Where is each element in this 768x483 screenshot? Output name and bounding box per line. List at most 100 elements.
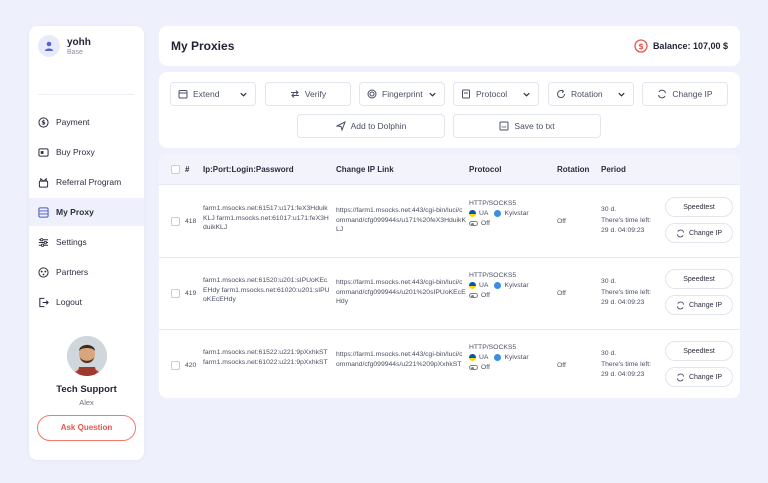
row-rotation: Off — [557, 362, 566, 369]
row-change-ip-link[interactable]: https://farm1.msocks.net:443/cgi-bin/luc… — [336, 350, 466, 369]
speedtest-button[interactable]: Speedtest — [665, 197, 733, 217]
toggle-icon[interactable] — [469, 365, 478, 370]
row-id: 420 — [185, 362, 197, 369]
row-change-ip-link[interactable]: https://farm1.msocks.net:443/cgi-bin/luc… — [336, 278, 466, 307]
row-protocol: HTTP/SOCKS5 UA Kyivstar Off — [469, 200, 529, 227]
speedtest-button[interactable]: Speedtest — [665, 269, 733, 289]
row-id: 419 — [185, 290, 197, 297]
chevron-down-icon — [429, 92, 436, 97]
cart-icon — [38, 147, 49, 157]
dollar-circle-icon: $ — [38, 116, 49, 128]
column-header-rotation: Rotation — [557, 165, 590, 174]
row-period: 30 d. There's time left: 29 d. 04:09:23 — [601, 278, 652, 306]
change-ip-button[interactable]: Change IP — [642, 82, 728, 106]
sidebar-item-label: Buy Proxy — [56, 147, 95, 157]
sidebar-item-logout[interactable]: Logout — [29, 288, 144, 316]
sidebar-item-label: Logout — [56, 297, 82, 307]
support-title: Tech Support — [56, 384, 117, 395]
balance: $ Balance: 107,00 $ — [634, 39, 728, 53]
column-header-period: Period — [601, 165, 626, 174]
change-ip-icon — [658, 89, 667, 99]
calendar-icon — [178, 90, 188, 99]
sidebar: yohh Base $ Payment Buy Proxy Referral P… — [29, 26, 144, 460]
row-period: 30 d. There's time left: 29 d. 04:09:23 — [601, 206, 652, 234]
row-rotation: Off — [557, 218, 566, 225]
row-checkbox[interactable] — [171, 289, 180, 298]
column-header-change-ip-link: Change IP Link — [336, 165, 394, 174]
column-header-number: # — [185, 165, 190, 174]
extend-dropdown[interactable]: Extend — [170, 82, 256, 106]
sidebar-nav: $ Payment Buy Proxy Referral Program My … — [29, 108, 144, 318]
fingerprint-dropdown[interactable]: Fingerprint — [359, 82, 445, 106]
row-checkbox[interactable] — [171, 361, 180, 370]
send-icon — [335, 121, 346, 131]
save-to-txt-button[interactable]: txt Save to txt — [453, 114, 601, 138]
row-protocol: HTTP/SOCKS5 UA Kyivstar Off — [469, 272, 529, 299]
document-icon — [462, 89, 470, 99]
sidebar-item-partners[interactable]: Partners — [29, 258, 144, 286]
globe-icon — [494, 354, 502, 361]
row-protocol: HTTP/SOCKS5 UA Kyivstar Off — [469, 344, 529, 371]
svg-text:$: $ — [41, 118, 46, 126]
rotation-dropdown[interactable]: Rotation — [548, 82, 634, 106]
globe-icon — [494, 282, 502, 289]
gift-icon — [38, 177, 49, 188]
user-block[interactable]: yohh Base — [38, 35, 91, 57]
add-to-dolphin-button[interactable]: Add to Dolphin — [297, 114, 445, 138]
proxy-table: # Ip:Port:Login:Password Change IP Link … — [159, 154, 740, 398]
page-title: My Proxies — [171, 39, 235, 53]
tech-support-card: Tech Support Alex Ask Question — [29, 336, 144, 441]
balance-value: Balance: 107,00 $ — [652, 41, 728, 51]
row-change-ip-button[interactable]: Change IP — [665, 223, 733, 243]
sidebar-item-referral[interactable]: Referral Program — [29, 168, 144, 196]
list-icon — [38, 206, 49, 218]
sidebar-item-label: My Proxy — [56, 207, 94, 217]
table-row: 420 farm1.msocks.net:61522:u221:9pXxhkST… — [159, 330, 740, 398]
txt-file-icon: txt — [499, 121, 509, 131]
chevron-down-icon — [618, 92, 625, 97]
sidebar-item-payment[interactable]: $ Payment — [29, 108, 144, 136]
column-header-proxy: Ip:Port:Login:Password — [203, 165, 294, 174]
refresh-icon — [557, 89, 566, 99]
sidebar-divider — [38, 94, 134, 95]
partners-icon — [38, 266, 49, 278]
page-header: My Proxies $ Balance: 107,00 $ — [159, 26, 740, 66]
swap-arrows-icon — [290, 90, 299, 98]
row-proxy-credentials: farm1.msocks.net:61517:u171:feX3HduikKLJ… — [203, 205, 329, 231]
logout-icon — [39, 297, 49, 307]
verify-button[interactable]: Verify — [265, 82, 351, 106]
balance-coin-icon: $ — [634, 39, 648, 53]
row-change-ip-link[interactable]: https://farm1.msocks.net:443/cgi-bin/luc… — [336, 206, 466, 235]
toggle-icon[interactable] — [469, 293, 478, 298]
sidebar-item-label: Payment — [56, 117, 90, 127]
row-checkbox[interactable] — [171, 217, 180, 226]
svg-text:$: $ — [638, 42, 644, 51]
support-avatar — [66, 336, 107, 376]
table-row: 419 farm1.msocks.net:61520:u201:sIPUoKEc… — [159, 258, 740, 330]
change-ip-icon — [676, 301, 685, 309]
row-proxy-credentials: farm1.msocks.net:61520:u201:sIPUoKEcEHdy… — [203, 277, 330, 303]
user-plan: Base — [67, 48, 83, 56]
column-header-protocol: Protocol — [469, 165, 502, 174]
user-icon — [38, 35, 60, 57]
ask-question-button[interactable]: Ask Question — [37, 415, 136, 441]
chevron-down-icon — [523, 92, 530, 97]
row-change-ip-button[interactable]: Change IP — [665, 295, 733, 315]
row-change-ip-button[interactable]: Change IP — [665, 367, 733, 387]
sliders-icon — [38, 237, 49, 247]
row-proxy-credentials: farm1.msocks.net:61522:u221:9pXxhkST far… — [203, 349, 328, 366]
toggle-icon[interactable] — [469, 221, 478, 226]
user-name: yohh — [67, 36, 91, 48]
ukraine-flag-icon — [469, 354, 476, 361]
sidebar-item-my-proxy[interactable]: My Proxy — [29, 198, 144, 226]
sidebar-item-buy-proxy[interactable]: Buy Proxy — [29, 138, 144, 166]
protocol-dropdown[interactable]: Protocol — [453, 82, 539, 106]
sidebar-item-settings[interactable]: Settings — [29, 228, 144, 256]
select-all-checkbox[interactable] — [171, 165, 180, 174]
change-ip-icon — [676, 229, 685, 237]
svg-text:txt: txt — [502, 125, 508, 129]
sidebar-item-label: Settings — [56, 237, 87, 247]
fingerprint-icon — [367, 89, 377, 99]
chevron-down-icon — [240, 92, 247, 97]
speedtest-button[interactable]: Speedtest — [665, 341, 733, 361]
